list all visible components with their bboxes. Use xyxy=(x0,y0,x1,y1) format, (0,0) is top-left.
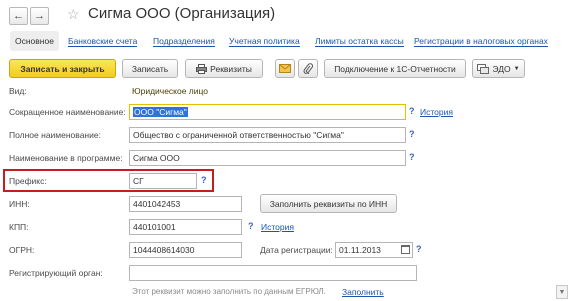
back-button[interactable]: ← xyxy=(9,7,28,25)
paperclip-icon xyxy=(303,63,313,74)
type-value: Юридическое лицо xyxy=(132,86,209,96)
kpp-help-icon[interactable]: ? xyxy=(248,221,254,231)
reg-date-field[interactable]: 01.11.2013 xyxy=(335,242,413,258)
egrul-hint: Этот реквизит можно заполнить по данным … xyxy=(132,287,326,296)
tab-tax-registrations[interactable]: Регистрации в налоговых органах xyxy=(414,31,548,51)
ogrn-label: ОГРН: xyxy=(9,245,35,255)
tab-bar: Основное Банковские счета Подразделения … xyxy=(0,31,572,51)
prefix-field[interactable]: СГ xyxy=(129,173,197,189)
program-name-help-icon[interactable]: ? xyxy=(409,152,415,162)
envelope-icon xyxy=(279,64,291,73)
attach-button[interactable] xyxy=(298,59,318,78)
tab-cash-limits[interactable]: Лимиты остатка кассы xyxy=(315,31,404,51)
chevron-down-icon: ▼ xyxy=(558,288,566,296)
fill-by-inn-button[interactable]: Заполнить реквизиты по ИНН xyxy=(260,194,397,213)
reg-date-help-icon[interactable]: ? xyxy=(416,244,422,254)
arrow-left-icon: ← xyxy=(13,10,24,22)
short-name-history-link[interactable]: История xyxy=(420,107,453,117)
scroll-down-button[interactable]: ▼ xyxy=(556,285,568,299)
reg-authority-label: Регистрирующий орган: xyxy=(9,268,103,278)
inn-label: ИНН: xyxy=(9,199,30,209)
type-label: Вид: xyxy=(9,86,27,96)
tab-subdivisions[interactable]: Подразделения xyxy=(153,31,215,51)
reg-authority-field[interactable] xyxy=(129,265,417,281)
tab-main[interactable]: Основное xyxy=(10,31,59,51)
short-name-selected-text: ООО "Сигма" xyxy=(133,107,188,117)
mail-button[interactable] xyxy=(275,59,295,78)
full-name-help-icon[interactable]: ? xyxy=(409,129,415,139)
inn-field[interactable]: 4401042453 xyxy=(129,196,242,212)
prefix-label: Префикс: xyxy=(9,176,47,186)
full-name-label: Полное наименование: xyxy=(9,130,101,140)
short-name-help-icon[interactable]: ? xyxy=(409,106,415,116)
calendar-icon[interactable] xyxy=(401,245,410,254)
page-title: Сигма ООО (Организация) xyxy=(88,5,276,22)
connect-1c-reporting-button[interactable]: Подключение к 1С-Отчетности xyxy=(324,59,466,78)
program-name-field[interactable]: Сигма ООО xyxy=(129,150,406,166)
short-name-label: Сокращенное наименование: xyxy=(9,107,126,117)
save-button[interactable]: Записать xyxy=(122,59,178,78)
star-icon[interactable]: ☆ xyxy=(67,6,80,23)
kpp-field[interactable]: 440101001 xyxy=(129,219,242,235)
tab-bank-accounts[interactable]: Банковские счета xyxy=(68,31,138,51)
tab-accounting-policy[interactable]: Учетная политика xyxy=(229,31,300,51)
ogrn-field[interactable]: 1044408614030 xyxy=(129,242,242,258)
arrow-right-icon: → xyxy=(34,10,45,22)
save-and-close-button[interactable]: Записать и закрыть xyxy=(9,59,116,78)
short-name-field[interactable]: ООО "Сигма" xyxy=(129,104,406,120)
forward-button[interactable]: → xyxy=(30,7,49,25)
full-name-field[interactable]: Общество с ограниченной ответственностью… xyxy=(129,127,406,143)
chevron-down-icon: ▼ xyxy=(513,65,520,72)
edo-button[interactable]: ЭДО ▼ xyxy=(472,59,525,78)
kpp-history-link[interactable]: История xyxy=(261,222,294,232)
prefix-help-icon[interactable]: ? xyxy=(201,175,207,185)
requisites-button[interactable]: Реквизиты xyxy=(185,59,263,78)
reg-date-label: Дата регистрации: xyxy=(260,245,333,255)
edo-icon xyxy=(477,63,490,74)
fill-from-egrul-link[interactable]: Заполнить xyxy=(342,287,384,297)
program-name-label: Наименование в программе: xyxy=(9,153,123,163)
kpp-label: КПП: xyxy=(9,222,29,232)
printer-icon xyxy=(196,63,208,74)
